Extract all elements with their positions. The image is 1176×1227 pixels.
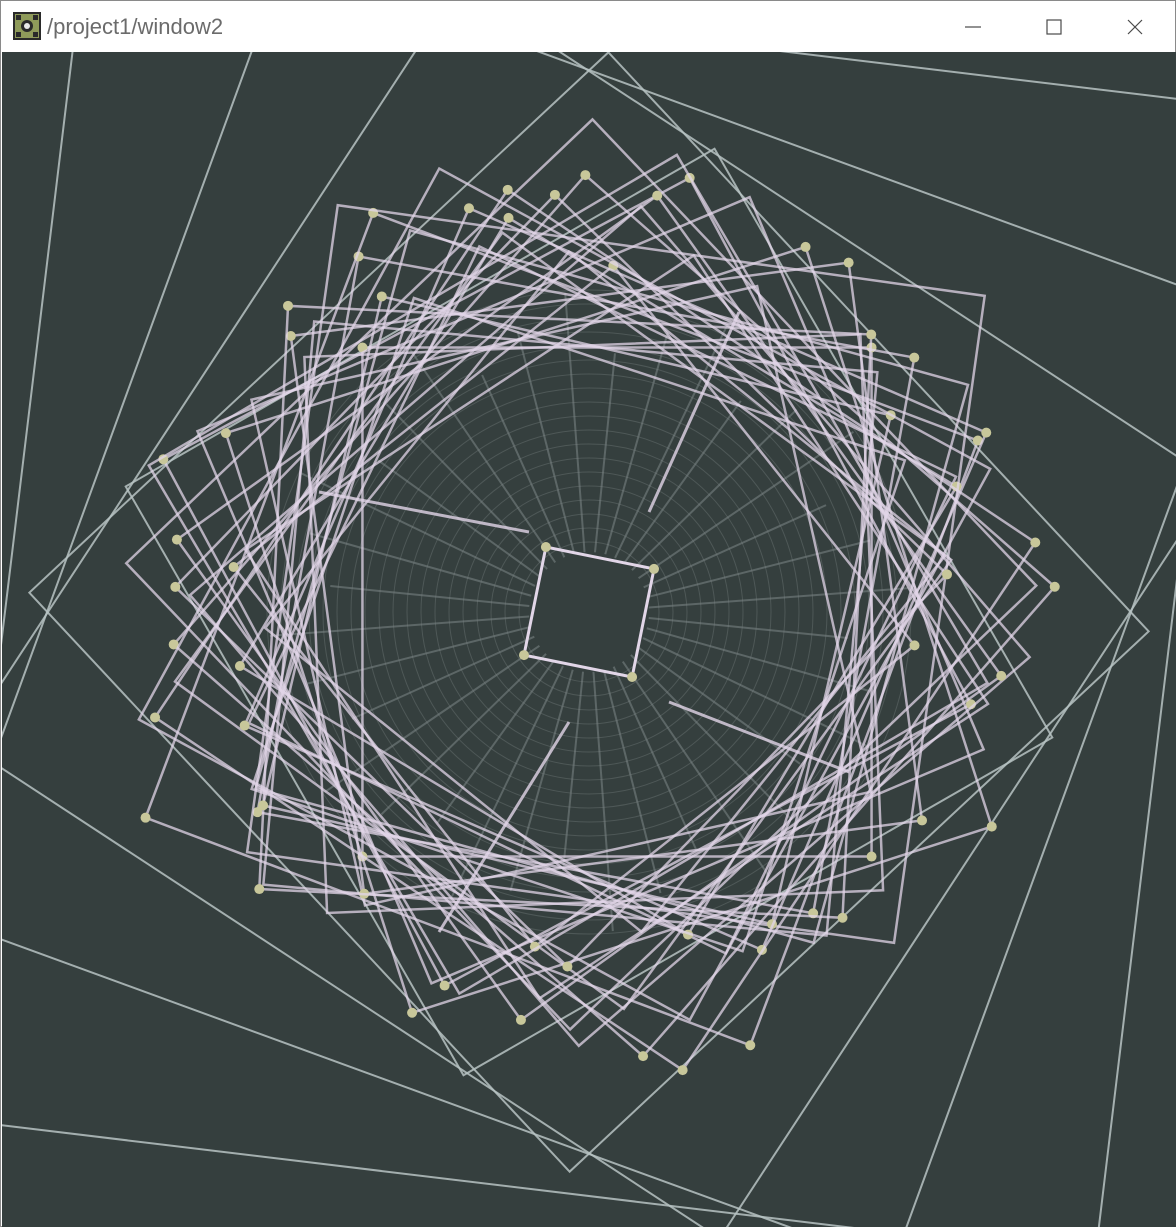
node xyxy=(562,961,573,972)
node xyxy=(515,1014,526,1025)
texture-ring xyxy=(392,415,786,809)
node xyxy=(283,300,294,311)
node xyxy=(407,1007,418,1018)
node xyxy=(866,329,877,340)
minimize-icon xyxy=(965,26,981,28)
node xyxy=(254,884,265,895)
texture-ring xyxy=(364,387,814,837)
node xyxy=(171,534,182,545)
node xyxy=(649,563,660,574)
node xyxy=(376,291,387,302)
node xyxy=(917,815,928,826)
texture-ray xyxy=(407,346,557,563)
node xyxy=(745,1040,756,1051)
node xyxy=(800,241,811,252)
texture-ring xyxy=(378,401,800,823)
maximize-icon xyxy=(1046,19,1062,35)
texture-ring xyxy=(336,359,842,865)
node xyxy=(837,912,848,923)
texture-ray xyxy=(330,585,530,608)
node xyxy=(627,672,638,683)
node xyxy=(942,569,953,580)
node xyxy=(580,170,591,181)
minimize-button[interactable] xyxy=(933,1,1013,52)
texture-ring xyxy=(476,499,702,725)
node xyxy=(239,720,250,731)
node xyxy=(439,980,450,991)
node xyxy=(463,203,474,214)
node xyxy=(220,428,231,439)
app-window: /project1/window2 xyxy=(0,0,1176,1227)
node xyxy=(677,1065,688,1076)
node xyxy=(843,257,854,268)
node xyxy=(996,670,1007,681)
node xyxy=(549,189,560,200)
maximize-button[interactable] xyxy=(1014,1,1094,52)
node xyxy=(518,650,529,661)
node xyxy=(638,1051,649,1062)
render-canvas[interactable] xyxy=(2,52,1176,1227)
texture-ray xyxy=(593,353,616,553)
texture-ring xyxy=(434,457,744,767)
texture-ray xyxy=(562,671,585,871)
node xyxy=(502,184,513,195)
stroke-square xyxy=(249,284,873,907)
node xyxy=(909,640,920,651)
node xyxy=(981,427,992,438)
title-bar[interactable]: /project1/window2 xyxy=(1,1,1175,52)
node xyxy=(1049,581,1060,592)
node xyxy=(540,541,551,552)
app-icon xyxy=(13,12,41,40)
window-title: /project1/window2 xyxy=(47,14,224,39)
node xyxy=(150,712,161,723)
texture-ring xyxy=(490,513,688,711)
close-button[interactable] xyxy=(1095,1,1175,52)
texture-ring xyxy=(504,527,674,697)
stroke-square xyxy=(175,193,1003,1022)
texture-ring xyxy=(406,429,772,795)
close-icon xyxy=(1127,19,1143,35)
generative-art xyxy=(2,52,1176,1227)
node xyxy=(652,190,663,201)
texture-ring xyxy=(462,485,716,739)
texture-ring xyxy=(420,443,758,781)
node xyxy=(140,812,151,823)
node xyxy=(909,352,920,363)
node xyxy=(866,851,877,862)
texture-ray xyxy=(648,616,848,639)
node xyxy=(234,661,245,672)
node xyxy=(1030,537,1041,548)
node xyxy=(228,562,239,573)
node xyxy=(986,821,997,832)
node xyxy=(258,800,269,811)
node xyxy=(503,212,514,223)
node xyxy=(170,581,181,592)
